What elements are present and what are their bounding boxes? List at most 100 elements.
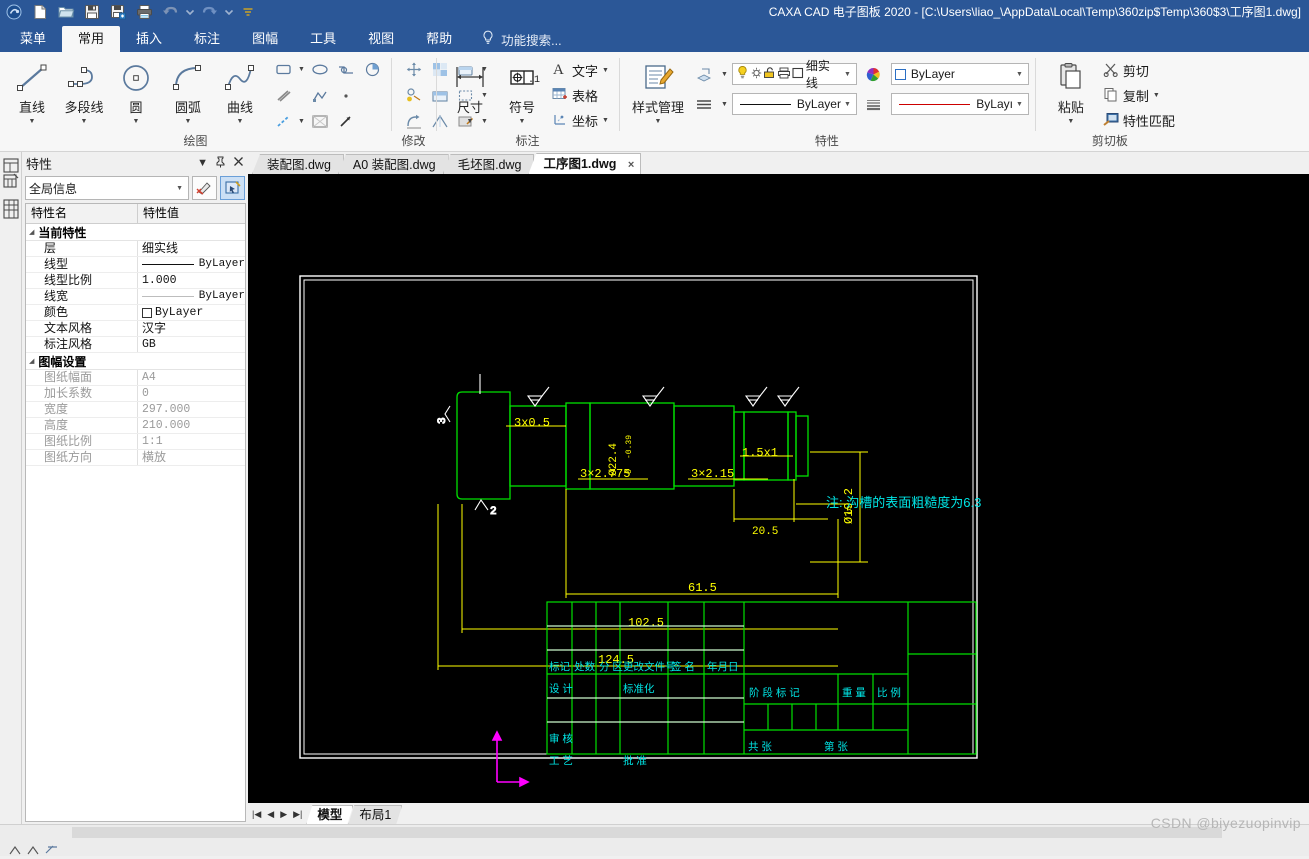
undo-chevron-down-icon[interactable]: [184, 1, 195, 23]
style-manager-button[interactable]: 样式管理 ▼: [629, 57, 687, 125]
property-row-scale[interactable]: 图纸比例 1:1: [26, 434, 245, 450]
property-row-width[interactable]: 宽度 297.000: [26, 402, 245, 418]
layout1-tab[interactable]: 布局1: [348, 805, 402, 824]
ribbon-tab-help[interactable]: 帮助: [410, 26, 468, 52]
chevron-down-icon[interactable]: ▼: [1153, 92, 1160, 99]
chevron-down-icon[interactable]: ▼: [173, 185, 186, 192]
linetype-combo[interactable]: ByLayer ▼: [731, 93, 857, 115]
property-row-linetype-scale[interactable]: 线型比例 1.000: [26, 273, 245, 289]
new-file-icon[interactable]: [28, 1, 52, 23]
hatch-line-icon[interactable]: [270, 83, 296, 108]
expand-triangle-icon[interactable]: ◢: [29, 357, 34, 365]
tool-symbol-button[interactable]: .1 符号 ▼: [496, 57, 548, 125]
ribbon-tab-view[interactable]: 视图: [352, 26, 410, 52]
chevron-down-icon[interactable]: ▼: [841, 71, 854, 78]
tool-circle-button[interactable]: 圆 ▼: [110, 57, 162, 125]
color-wheel-icon[interactable]: [861, 62, 887, 87]
osnap-icon-2[interactable]: [26, 844, 40, 859]
dash-line-icon[interactable]: [270, 109, 296, 134]
lightbulb-icon[interactable]: [736, 65, 749, 83]
save-as-icon[interactable]: [106, 1, 130, 23]
tool-text-button[interactable]: A 文字 ▼: [550, 58, 613, 83]
quick-select-icon[interactable]: [192, 176, 217, 200]
caxa-logo-icon[interactable]: [2, 1, 26, 23]
osnap-icon-1[interactable]: [8, 844, 22, 859]
paste-button[interactable]: 粘贴 ▼: [1045, 57, 1097, 125]
chevron-down-icon[interactable]: ▼: [841, 101, 854, 108]
property-value[interactable]: GB: [138, 337, 245, 352]
chevron-down-icon[interactable]: ▼: [1013, 101, 1026, 108]
last-icon[interactable]: ▶|: [293, 809, 302, 819]
properties-filter-combo[interactable]: 全局信息 ▼: [25, 176, 189, 200]
function-search-box[interactable]: 功能搜索...: [482, 26, 562, 52]
property-value[interactable]: 1.000: [138, 273, 245, 288]
property-row-orientation[interactable]: 图纸方向 横放: [26, 450, 245, 466]
document-tab-blank[interactable]: 毛坯图.dwg: [442, 154, 535, 174]
pie-icon[interactable]: [359, 57, 385, 82]
property-row-color[interactable]: 颜色 ByLayer: [26, 305, 245, 321]
printer-icon[interactable]: [777, 66, 791, 83]
property-group-current[interactable]: ◢ 当前特性: [26, 224, 245, 241]
rectangle-dropdown-icon[interactable]: ▼: [296, 57, 307, 82]
arrow-icon[interactable]: [333, 109, 359, 134]
chevron-down-icon[interactable]: ▼: [185, 118, 192, 125]
printer-icon[interactable]: [132, 1, 156, 23]
dash-line-dropdown-icon[interactable]: ▼: [296, 109, 307, 134]
chevron-down-icon[interactable]: ▼: [81, 118, 88, 125]
chevron-down-icon[interactable]: ▼: [654, 118, 661, 125]
property-value[interactable]: 汉字: [138, 321, 245, 336]
next-icon[interactable]: ▶: [280, 809, 287, 819]
property-value[interactable]: 细实线: [138, 241, 245, 256]
chevron-down-icon[interactable]: ▼: [29, 118, 36, 125]
property-row-text-style[interactable]: 文本风格 汉字: [26, 321, 245, 337]
ribbon-tab-menu[interactable]: 菜单: [4, 26, 62, 52]
properties-dock-icon[interactable]: [1, 156, 21, 190]
cut-button[interactable]: 剪切: [1101, 58, 1179, 83]
color-square-icon[interactable]: [791, 66, 805, 83]
tool-spline-button[interactable]: 曲线 ▼: [214, 57, 266, 125]
tool-polyline-button[interactable]: 多段线 ▼: [58, 57, 110, 125]
sun-freeze-icon[interactable]: [750, 66, 763, 83]
ribbon-tab-tools[interactable]: 工具: [294, 26, 352, 52]
model-tab[interactable]: 模型: [306, 805, 353, 824]
tool-arc-button[interactable]: 圆弧 ▼: [162, 57, 214, 125]
prev-icon[interactable]: ◀: [267, 809, 274, 819]
redo-arrow-icon[interactable]: [197, 1, 221, 23]
layer-combo[interactable]: 细实线 ▼: [731, 59, 857, 90]
cad-canvas[interactable]: 3 2 3x0.5 3×2.775 3×2.15 1.5x1 Ø19.2 5 2…: [248, 174, 1309, 802]
pick-select-icon[interactable]: [220, 176, 245, 200]
ribbon-tab-common[interactable]: 常用: [62, 26, 121, 52]
chevron-down-icon[interactable]: ▼: [1067, 118, 1074, 125]
overflow-chevron-icon[interactable]: [236, 1, 260, 23]
chevron-down-icon[interactable]: ▼: [133, 118, 140, 125]
lock-icon[interactable]: [763, 66, 777, 83]
tool-line-button[interactable]: 直线 ▼: [6, 57, 58, 125]
document-tab-assembly[interactable]: 装配图.dwg: [252, 154, 344, 174]
chevron-down-icon[interactable]: ▼: [602, 67, 609, 74]
polyline-edit-icon[interactable]: [333, 57, 359, 82]
linetype-list-icon[interactable]: [691, 92, 717, 117]
document-tab-process1[interactable]: 工序图1.dwg ×: [528, 153, 642, 174]
rectangle-icon[interactable]: [270, 57, 296, 82]
move-icon[interactable]: [401, 57, 427, 82]
ribbon-tab-insert[interactable]: 插入: [120, 26, 178, 52]
property-row-linetype[interactable]: 线型 ByLayer: [26, 257, 245, 273]
pin-icon[interactable]: [215, 156, 226, 171]
chevron-down-icon[interactable]: ▼: [197, 157, 208, 169]
rotate-icon[interactable]: [401, 109, 427, 134]
chevron-down-icon[interactable]: ▼: [1013, 71, 1026, 78]
copy-offset-icon[interactable]: [401, 83, 427, 108]
property-row-dim-style[interactable]: 标注风格 GB: [26, 337, 245, 353]
property-group-sheet[interactable]: ◢ 图幅设置: [26, 353, 245, 370]
match-properties-button[interactable]: 特性匹配: [1101, 108, 1179, 133]
layer-tool-dropdown-icon[interactable]: ▼: [721, 71, 728, 78]
chevron-down-icon[interactable]: ▼: [467, 118, 474, 125]
linetype-dropdown-icon[interactable]: ▼: [721, 101, 728, 108]
tool-coordinate-button[interactable]: 坐标 ▼: [550, 108, 613, 133]
expand-triangle-icon[interactable]: ◢: [29, 228, 34, 236]
undo-arrow-icon[interactable]: [158, 1, 182, 23]
open-folder-icon[interactable]: [54, 1, 78, 23]
close-icon[interactable]: ×: [628, 159, 634, 171]
block-insert-icon[interactable]: [307, 109, 333, 134]
property-row-height[interactable]: 高度 210.000: [26, 418, 245, 434]
